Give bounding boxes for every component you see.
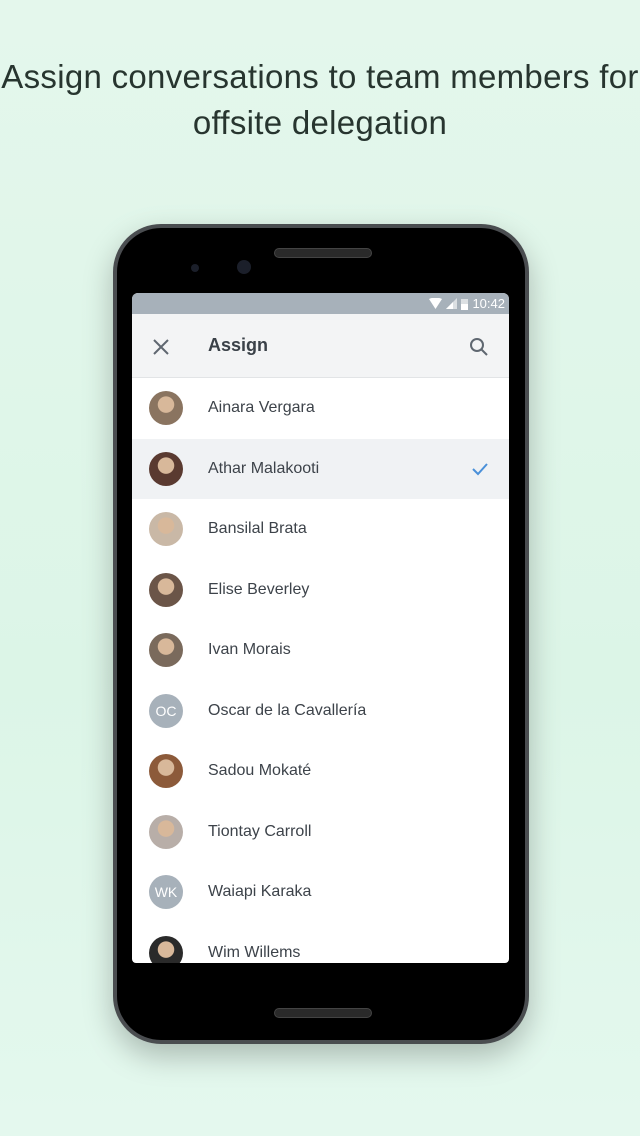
member-name: Ivan Morais	[208, 641, 291, 659]
member-row[interactable]: OC Oscar de la Cavallería	[132, 681, 509, 742]
phone-frame: 10:42 Assign Ainara Vergara Athar Malakoo…	[113, 224, 529, 1044]
avatar	[149, 391, 183, 426]
avatar	[149, 814, 183, 849]
wifi-icon	[429, 298, 443, 309]
member-name: Bansilal Brata	[208, 520, 307, 538]
member-name: Elise Beverley	[208, 580, 310, 598]
sensor	[191, 264, 199, 272]
check-icon	[472, 463, 488, 476]
avatar	[149, 935, 183, 963]
member-row[interactable]: Bansilal Brata	[132, 499, 509, 560]
member-row[interactable]: Wim Willems	[132, 923, 509, 963]
member-name: Waiapi Karaka	[208, 883, 312, 901]
signal-icon	[446, 298, 458, 309]
member-name: Ainara Vergara	[208, 399, 315, 417]
member-row[interactable]: WK Waiapi Karaka	[132, 862, 509, 923]
member-name: Sadou Mokaté	[208, 762, 312, 780]
avatar-initials: WK	[154, 884, 178, 901]
member-name: Wim Willems	[208, 943, 301, 961]
bottom-speaker	[274, 1008, 372, 1018]
avatar	[149, 512, 183, 547]
page-title: Assign	[208, 335, 269, 355]
avatar	[149, 572, 183, 607]
member-row[interactable]: Elise Beverley	[132, 560, 509, 621]
app-bar: Assign	[132, 314, 509, 378]
member-name: Athar Malakooti	[208, 459, 320, 477]
headline: Assign conversations to team members for…	[1, 58, 639, 141]
member-row[interactable]: Ivan Morais	[132, 620, 509, 681]
member-row[interactable]: Tiontay Carroll	[132, 802, 509, 863]
avatar	[149, 754, 183, 789]
status-time: 10:42	[472, 296, 505, 311]
close-icon[interactable]	[151, 337, 171, 357]
member-row[interactable]: Ainara Vergara	[132, 378, 509, 439]
avatar	[149, 633, 183, 668]
member-list: Ainara Vergara Athar Malakooti Bansilal Br…	[132, 378, 509, 963]
battery-icon	[461, 298, 469, 310]
avatar	[149, 451, 183, 486]
initials-avatar: OC	[149, 693, 183, 728]
avatar-initials: OC	[155, 702, 177, 719]
earpiece-speaker	[274, 248, 372, 258]
member-row[interactable]: Sadou Mokaté	[132, 741, 509, 802]
member-row[interactable]: Athar Malakooti	[132, 438, 509, 499]
front-camera	[237, 260, 251, 274]
screen: 10:42 Assign Ainara Vergara Athar Malakoo…	[132, 293, 509, 963]
member-name: Tiontay Carroll	[208, 822, 312, 840]
search-icon[interactable]	[469, 337, 489, 357]
initials-avatar: WK	[149, 875, 183, 910]
status-bar: 10:42	[132, 293, 509, 314]
member-name: Oscar de la Cavallería	[208, 701, 367, 719]
